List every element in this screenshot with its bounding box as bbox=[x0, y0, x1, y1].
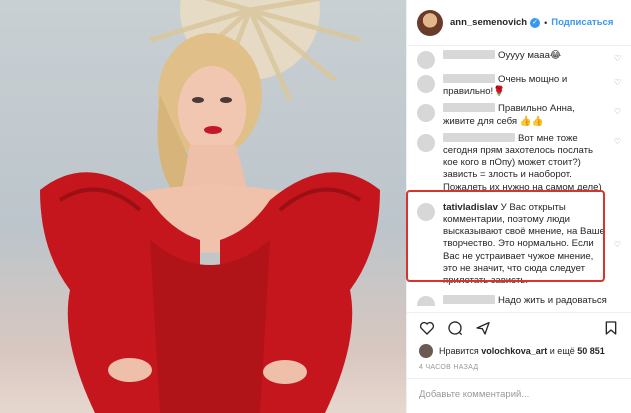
post-sidebar: ann_semenovich ✓ • Подписаться Оуууу маа… bbox=[406, 0, 631, 413]
commenter-avatar[interactable] bbox=[417, 296, 435, 306]
face bbox=[178, 66, 246, 154]
commenter-avatar[interactable] bbox=[417, 51, 435, 69]
share-icon[interactable] bbox=[475, 320, 491, 336]
comment-icon[interactable] bbox=[447, 320, 463, 336]
comments-list: Оуууу мааа😂 ♡ Очень мощно и правильно!🌹 … bbox=[407, 46, 631, 306]
likes-summary: Нравится volochkova_art и ещё 50 851 bbox=[419, 344, 623, 358]
photo-illustration bbox=[40, 0, 380, 413]
list-item: Очень мощно и правильно!🌹 ♡ bbox=[417, 74, 621, 98]
post-header: ann_semenovich ✓ • Подписаться bbox=[407, 0, 631, 46]
heart-icon[interactable]: ♡ bbox=[614, 107, 621, 116]
follow-button[interactable]: Подписаться bbox=[551, 17, 613, 28]
heart-icon[interactable]: ♡ bbox=[614, 54, 621, 63]
likes-middle: и ещё bbox=[549, 346, 575, 356]
heart-icon[interactable]: ♡ bbox=[614, 137, 621, 146]
blurred-username bbox=[443, 74, 495, 83]
add-comment-field[interactable]: Добавьте комментарий... bbox=[407, 378, 631, 413]
commenter-avatar[interactable] bbox=[417, 75, 435, 93]
bookmark-icon[interactable] bbox=[603, 320, 619, 336]
post-actions bbox=[407, 312, 631, 342]
separator-dot: • bbox=[544, 17, 548, 28]
likes-prefix: Нравится bbox=[439, 346, 479, 356]
list-item: Оуууу мааа😂 ♡ bbox=[417, 50, 621, 69]
list-item: Правильно Анна, живите для себя 👍👍 ♡ bbox=[417, 103, 621, 127]
list-item: Надо жить и радоваться для себя. А завис… bbox=[417, 295, 621, 306]
comment-text: У Вас открыты комментарии, поэтому люди … bbox=[443, 201, 605, 287]
post-timestamp[interactable]: 4 ЧАСОВ НАЗАД bbox=[419, 364, 478, 371]
blurred-username bbox=[443, 132, 515, 142]
post-photo bbox=[0, 0, 406, 413]
username-link[interactable]: ann_semenovich bbox=[450, 17, 527, 28]
commenter-avatar[interactable] bbox=[417, 133, 435, 152]
heart-icon[interactable]: ♡ bbox=[614, 78, 621, 87]
avatar[interactable] bbox=[417, 9, 443, 36]
commenter-avatar[interactable] bbox=[417, 104, 435, 123]
likes-user-link[interactable]: volochkova_art bbox=[481, 346, 547, 356]
avatar[interactable] bbox=[419, 344, 433, 358]
blurred-username bbox=[443, 50, 495, 59]
heart-icon[interactable]: ♡ bbox=[614, 240, 621, 249]
likes-count[interactable]: 50 851 bbox=[577, 346, 605, 356]
list-item: Вот мне тоже сегодня прям захотелось пос… bbox=[417, 132, 621, 194]
blurred-username bbox=[443, 295, 495, 305]
comment-username[interactable]: tativladislav bbox=[443, 202, 498, 213]
list-item: tativladislav У Вас открыты комментарии,… bbox=[417, 202, 621, 287]
blurred-username bbox=[443, 103, 495, 113]
verified-icon: ✓ bbox=[530, 17, 541, 28]
heart-icon[interactable] bbox=[419, 320, 435, 336]
comment-text: Оуууу мааа😂 bbox=[498, 50, 562, 61]
commenter-avatar[interactable] bbox=[417, 202, 435, 221]
